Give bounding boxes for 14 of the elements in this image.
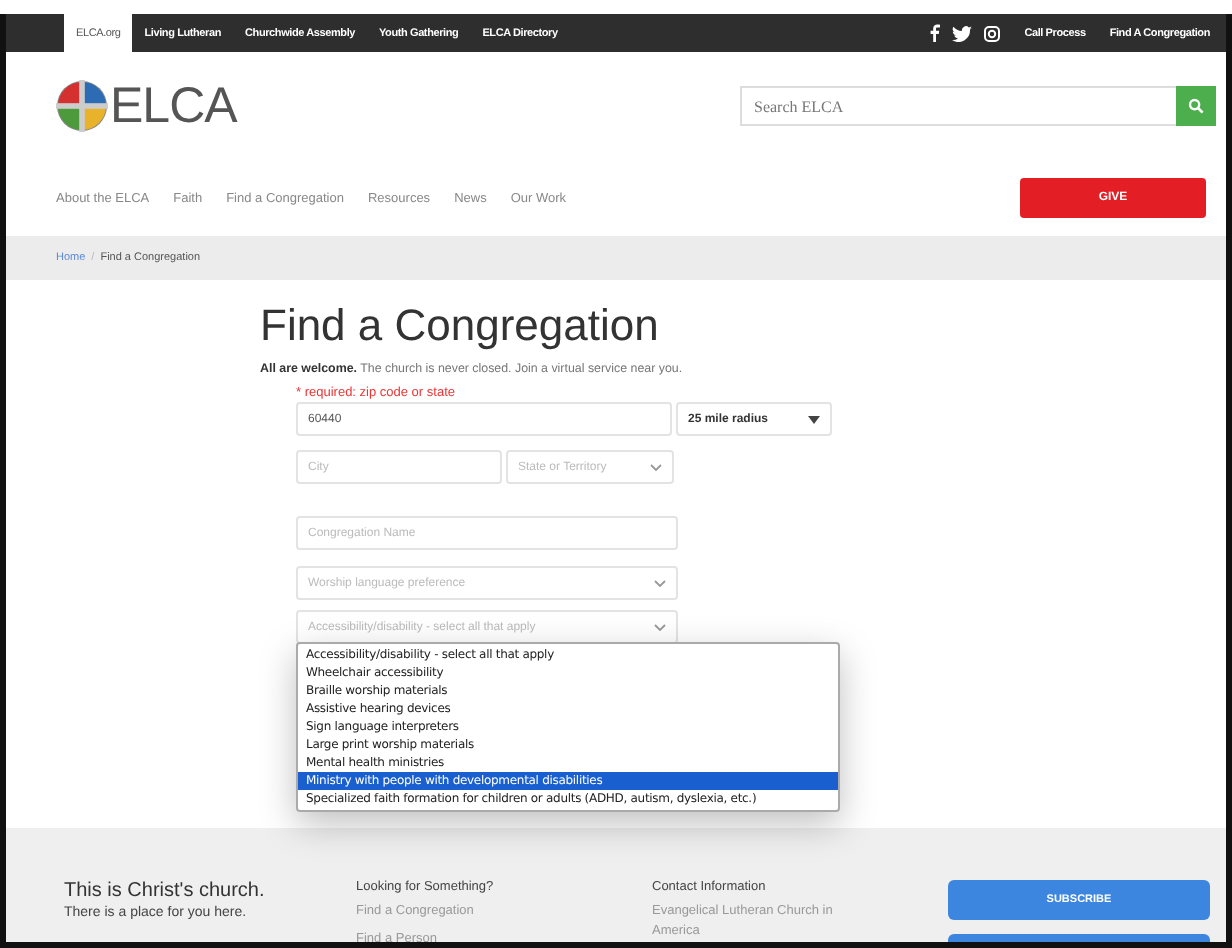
cross-logo-icon[interactable] bbox=[56, 80, 108, 132]
search-icon bbox=[1188, 98, 1204, 114]
camera-icon[interactable] bbox=[984, 25, 1001, 41]
chevron-icon bbox=[650, 463, 662, 471]
chevron-icon bbox=[654, 623, 666, 631]
search-field[interactable]: Search ELCA bbox=[740, 86, 1176, 126]
facebook-icon[interactable] bbox=[930, 24, 941, 42]
page-title: Find a Congregation bbox=[260, 300, 661, 352]
footer-tagline: This is Christ's church. bbox=[64, 880, 267, 902]
chevron-icon bbox=[654, 579, 666, 587]
caret-icon bbox=[808, 415, 820, 423]
search-button[interactable] bbox=[1176, 86, 1216, 126]
bird-icon[interactable] bbox=[952, 25, 973, 41]
logo-text: ELCA bbox=[110, 77, 237, 135]
